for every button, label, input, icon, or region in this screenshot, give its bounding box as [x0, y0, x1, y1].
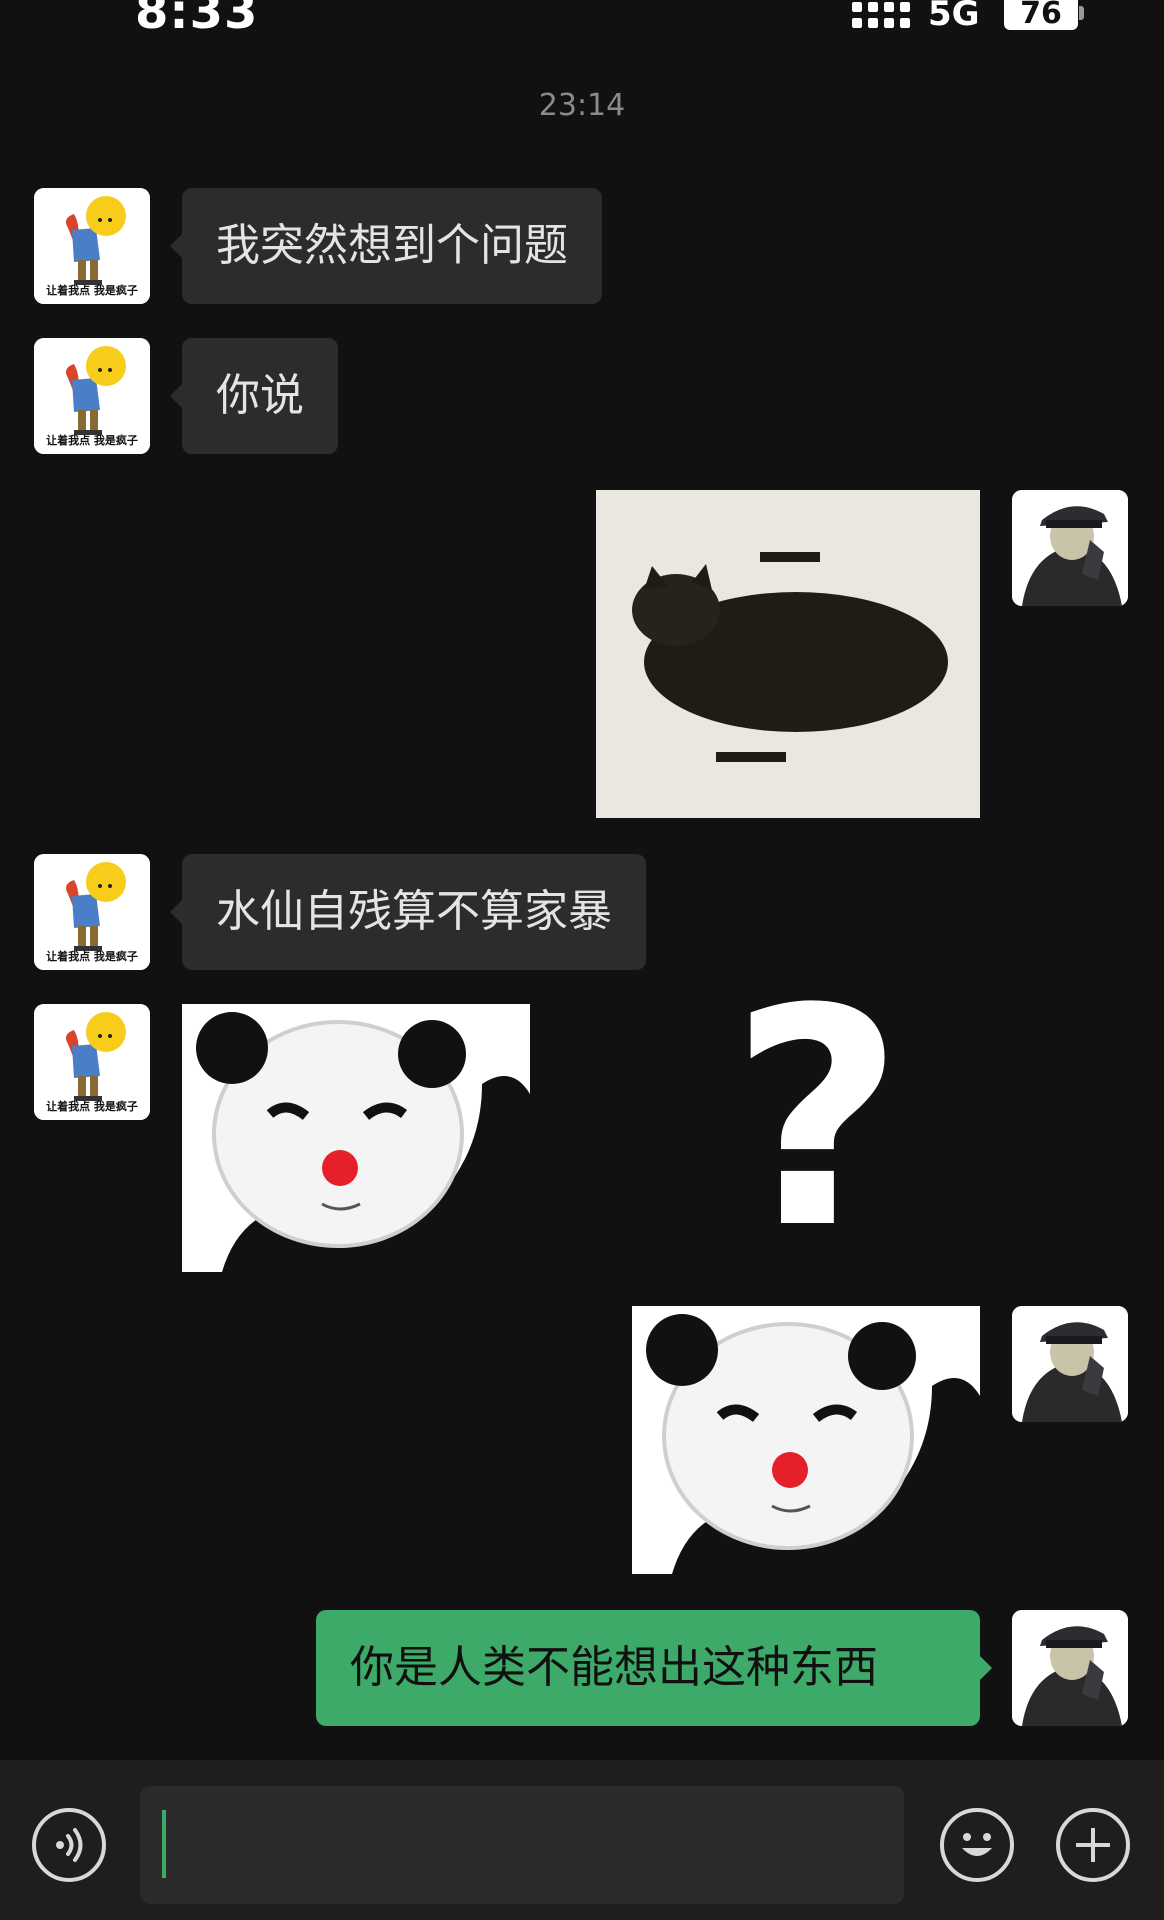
network-type: 5G [928, 0, 980, 34]
emoji-button[interactable] [940, 1808, 1014, 1882]
message-bubble-outgoing[interactable]: 你是人类不能想出这种东西 [316, 1610, 992, 1726]
my-avatar-icon [1012, 1306, 1128, 1422]
cat-photo-icon [596, 490, 980, 818]
chat-timestamp: 23:14 [538, 88, 626, 123]
avatar-caption: 让着我点 我是疯子 [46, 950, 138, 963]
image-message[interactable] [596, 490, 980, 818]
chat-screen: 8:33 5G 76 23:14 让着我点 我是疯子 我突然想到个问题 让着我点… [0, 0, 1164, 1920]
my-avatar-icon [1012, 490, 1128, 606]
sticker-message[interactable] [182, 1004, 530, 1272]
signal-icon [852, 2, 910, 28]
emoji-icon [962, 1833, 992, 1856]
text-caret [162, 1810, 166, 1878]
more-button[interactable] [1056, 1808, 1130, 1882]
question-mark: ? [730, 945, 905, 1294]
voice-icon [56, 1828, 83, 1862]
avatar-caption: 让着我点 我是疯子 [46, 284, 138, 297]
battery-level: 76 [1020, 0, 1062, 31]
contact-avatar[interactable]: 让着我点 我是疯子 [34, 854, 150, 970]
voice-button[interactable] [32, 1808, 106, 1882]
contact-avatar[interactable]: 让着我点 我是疯子 [34, 188, 150, 304]
message-bubble[interactable]: 我突然想到个问题 [170, 188, 602, 304]
message-bubble[interactable]: 你说 [170, 338, 338, 454]
my-avatar[interactable] [1012, 490, 1128, 606]
my-avatar[interactable] [1012, 1610, 1128, 1726]
sticker-message[interactable] [632, 1306, 980, 1574]
message-input[interactable] [140, 1786, 904, 1904]
panda-clown-icon [632, 1306, 980, 1574]
avatar-caption: 让着我点 我是疯子 [46, 434, 138, 447]
status-time: 8:33 [135, 0, 259, 40]
battery-tip [1079, 6, 1084, 20]
my-avatar[interactable] [1012, 1306, 1128, 1422]
contact-avatar[interactable]: 让着我点 我是疯子 [34, 1004, 150, 1120]
avatar-caption: 让着我点 我是疯子 [46, 1100, 138, 1113]
message-bubble[interactable]: 水仙自残算不算家暴 [170, 854, 646, 970]
plus-icon [1076, 1828, 1110, 1862]
battery-icon: 76 [1004, 0, 1078, 30]
contact-avatar[interactable]: 让着我点 我是疯子 [34, 338, 150, 454]
panda-clown-icon [182, 1004, 530, 1272]
my-avatar-icon [1012, 1610, 1128, 1726]
status-bar: 8:33 5G 76 [0, 0, 1164, 50]
